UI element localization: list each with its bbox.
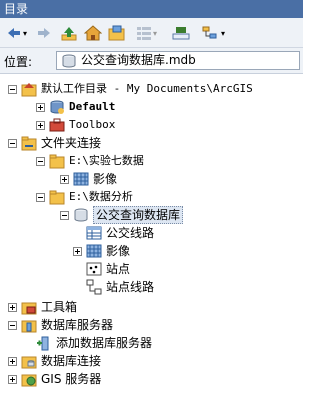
- home-icon: [84, 25, 102, 41]
- expand-toggle[interactable]: [36, 102, 45, 112]
- database-icon: [74, 208, 88, 222]
- tree-item-folder-connections[interactable]: 文件夹连接: [8, 134, 101, 152]
- toolbar: ▾ ▾ ▾: [0, 18, 303, 48]
- tree-item-add-database-server[interactable]: 添加数据库服务器: [36, 334, 152, 352]
- gis-server-icon: [21, 374, 37, 387]
- tree-item-toolboxes[interactable]: 工具箱: [8, 298, 77, 316]
- home-folder-icon: [21, 83, 37, 97]
- tree-item-bus-database[interactable]: 公交查询数据库: [60, 206, 184, 224]
- panel-title: 目录: [0, 0, 303, 18]
- database-connection-icon: [21, 356, 37, 369]
- collapse-toggle[interactable]: [36, 192, 45, 202]
- point-feature-icon: [86, 262, 102, 276]
- expand-toggle[interactable]: [36, 120, 45, 130]
- tree-item-database-connections[interactable]: 数据库连接: [8, 352, 101, 370]
- tree-item-toolbox[interactable]: Toolbox: [36, 116, 115, 134]
- tree-item-database-servers[interactable]: 数据库服务器: [8, 316, 113, 334]
- toolbox-icon: [49, 118, 65, 132]
- view-options-button[interactable]: ▾: [136, 24, 157, 42]
- tree-item-raster-1[interactable]: 影像: [60, 170, 117, 188]
- tree-structure-icon: [202, 26, 217, 39]
- expand-toggle[interactable]: [60, 174, 69, 184]
- sort-button[interactable]: [172, 24, 190, 42]
- location-value: 公交查询数据库.mdb: [81, 53, 196, 67]
- database-icon: [62, 54, 76, 68]
- up-folder-icon: [61, 27, 77, 41]
- catalog-tree: 默认工作目录 - My Documents\ArcGIS Default Too…: [0, 76, 303, 397]
- forward-button[interactable]: [36, 24, 52, 42]
- tree-item-default[interactable]: Default: [36, 98, 115, 116]
- location-label: 位置:: [4, 55, 33, 69]
- location-input[interactable]: 公交查询数据库.mdb: [56, 51, 300, 70]
- tree-item-station-lines[interactable]: 站点线路: [86, 278, 154, 296]
- expand-toggle[interactable]: [8, 302, 17, 312]
- collapse-toggle[interactable]: [60, 210, 69, 220]
- collapse-toggle[interactable]: [36, 156, 45, 166]
- home-button[interactable]: [84, 24, 102, 42]
- collapse-toggle[interactable]: [8, 320, 17, 330]
- folder-connection-icon: [21, 136, 37, 151]
- folder-icon: [49, 190, 65, 205]
- folder-icon: [49, 154, 65, 169]
- database-server-icon: [21, 320, 37, 333]
- collapse-toggle[interactable]: [8, 138, 17, 148]
- raster-grid-icon: [86, 244, 102, 258]
- tree-item-folder-exp7[interactable]: E:\实验七数据: [36, 152, 144, 170]
- sort-icon: [172, 27, 190, 40]
- toolbox-folder-icon: [21, 302, 37, 315]
- expand-toggle[interactable]: [8, 374, 17, 384]
- tree-item-bus-lines[interactable]: 公交线路: [86, 224, 154, 242]
- tree-item-folder-analysis[interactable]: E:\数据分析: [36, 188, 133, 206]
- relationship-class-icon: [86, 279, 102, 295]
- back-arrow-icon: [8, 28, 20, 38]
- add-server-icon: [37, 336, 49, 351]
- up-level-button[interactable]: [60, 24, 78, 42]
- geodatabase-icon: [50, 100, 64, 114]
- tree-item-gis-servers[interactable]: GIS 服务器: [8, 370, 101, 388]
- dropdown-caret-icon: ▾: [221, 28, 226, 38]
- location-bar: 位置: 公交查询数据库.mdb: [0, 48, 303, 74]
- expand-toggle[interactable]: [8, 356, 17, 366]
- dropdown-caret-icon: ▾: [23, 28, 28, 38]
- tree-item-stations[interactable]: 站点: [86, 260, 130, 278]
- tree-options-button[interactable]: ▾: [202, 24, 225, 42]
- view-grid-icon: [137, 27, 151, 40]
- dropdown-caret-icon: ▾: [153, 28, 158, 38]
- tree-item-raster-2[interactable]: 影像: [73, 242, 130, 260]
- connect-folder-button[interactable]: [108, 24, 126, 42]
- raster-grid-icon: [73, 172, 89, 186]
- connect-folder-icon: [108, 25, 125, 41]
- forward-arrow-icon: [38, 28, 50, 38]
- back-button[interactable]: ▾: [6, 24, 27, 42]
- tree-item-default-workspace[interactable]: 默认工作目录 - My Documents\ArcGIS: [8, 80, 253, 98]
- table-icon: [86, 226, 102, 240]
- collapse-toggle[interactable]: [8, 84, 17, 94]
- expand-toggle[interactable]: [73, 246, 82, 256]
